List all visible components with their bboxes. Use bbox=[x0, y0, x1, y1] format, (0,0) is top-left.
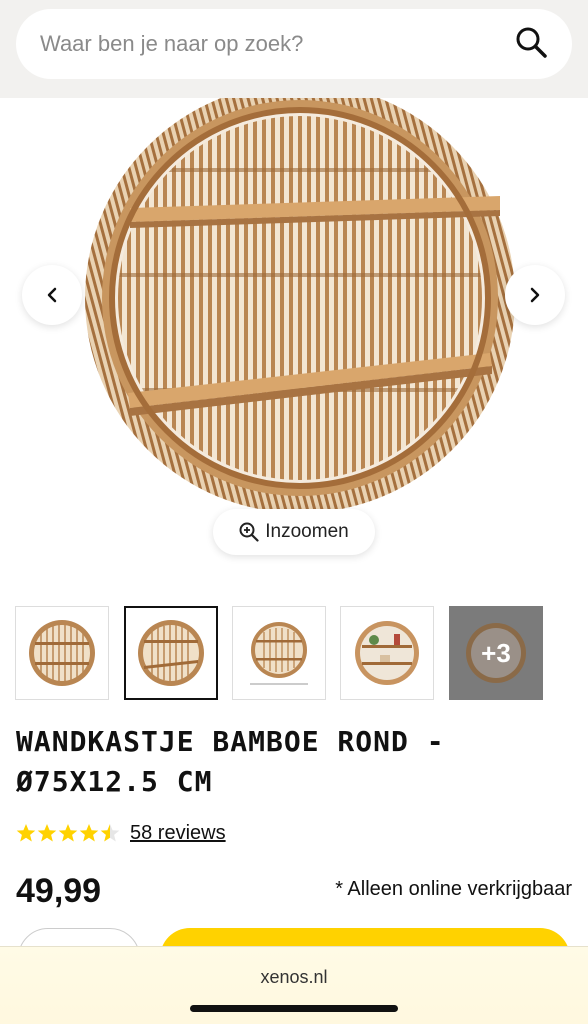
product-price: 49,99 bbox=[16, 872, 102, 910]
home-indicator bbox=[190, 1005, 398, 1012]
star-icon bbox=[16, 824, 36, 842]
thumbnail-4[interactable] bbox=[340, 606, 434, 700]
product-image[interactable] bbox=[0, 98, 588, 578]
search-icon[interactable] bbox=[514, 25, 548, 64]
header-bar: Waar ben je naar op zoek? bbox=[0, 0, 588, 98]
chevron-left-icon bbox=[47, 287, 57, 303]
thumbnail-strip: +3 bbox=[15, 606, 543, 702]
chevron-right-icon bbox=[530, 287, 540, 303]
thumbnail-more-count: +3 bbox=[481, 637, 511, 668]
browser-address-bar: xenos.nl bbox=[0, 946, 588, 1024]
star-rating bbox=[16, 823, 120, 843]
thumbnail-3[interactable] bbox=[232, 606, 326, 700]
search-bar[interactable]: Waar ben je naar op zoek? bbox=[16, 9, 572, 79]
availability-note: * Alleen online verkrijgbaar bbox=[335, 878, 572, 900]
star-icon bbox=[100, 824, 120, 842]
thumbnail-2[interactable] bbox=[124, 606, 218, 700]
thumbnail-more[interactable]: +3 bbox=[449, 606, 543, 700]
browser-url[interactable]: xenos.nl bbox=[0, 967, 588, 988]
reviews-link[interactable]: 58 reviews bbox=[130, 822, 226, 845]
star-icon bbox=[79, 824, 99, 842]
gallery-prev-button[interactable] bbox=[22, 265, 82, 325]
product-title: WANDKASTJE BAMBOE ROND - Ø75X12.5 CM bbox=[16, 722, 556, 802]
product-rating: 58 reviews bbox=[16, 820, 226, 846]
product-title-line-1: WANDKASTJE BAMBOE ROND - bbox=[16, 725, 445, 758]
star-icon bbox=[58, 824, 78, 842]
zoom-label: Inzoomen bbox=[265, 521, 349, 542]
star-icon bbox=[37, 824, 57, 842]
product-title-line-2: Ø75X12.5 CM bbox=[16, 765, 213, 798]
gallery-next-button[interactable] bbox=[505, 265, 565, 325]
thumbnail-1[interactable] bbox=[15, 606, 109, 700]
search-input[interactable]: Waar ben je naar op zoek? bbox=[40, 31, 514, 57]
zoom-in-icon bbox=[239, 522, 259, 542]
zoom-button[interactable]: Inzoomen bbox=[213, 509, 375, 555]
